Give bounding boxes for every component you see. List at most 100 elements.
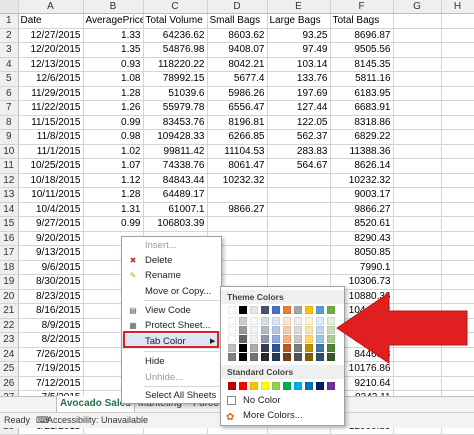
data-cell[interactable]: 1.35 [83,42,144,58]
row-header[interactable]: 2 [0,28,19,43]
standard-color-swatch[interactable] [327,382,335,390]
data-cell[interactable]: 1.31 [83,202,144,217]
theme-color-swatch[interactable] [239,326,247,334]
data-cell[interactable]: 10232.32 [330,173,394,188]
data-cell[interactable]: 64236.62 [143,28,208,43]
data-cell[interactable] [441,57,474,72]
theme-color-swatch[interactable] [261,335,269,343]
data-cell[interactable] [441,115,474,130]
data-cell[interactable]: 118220.22 [143,57,208,72]
data-cell[interactable]: 127.44 [267,100,331,116]
data-cell[interactable]: 11/1/2015 [18,144,84,159]
data-cell[interactable]: 64489.17 [143,187,208,203]
data-cell[interactable]: 7/19/2015 [18,361,84,377]
theme-color-swatch[interactable] [272,344,280,352]
data-cell[interactable] [441,245,474,261]
theme-color-swatch[interactable] [228,306,236,314]
data-cell[interactable]: 11388.36 [330,144,394,159]
theme-color-swatch[interactable] [272,326,280,334]
theme-color-swatch[interactable] [305,335,313,343]
row-header[interactable]: 23 [0,332,19,348]
theme-color-swatch[interactable] [228,317,236,325]
theme-color-swatch[interactable] [283,317,291,325]
row-header[interactable]: 19 [0,274,19,290]
data-cell[interactable]: 8290.43 [330,231,394,246]
theme-color-swatch[interactable] [283,306,291,314]
data-cell[interactable]: 83453.76 [143,115,208,130]
theme-color-swatch[interactable] [272,353,280,361]
data-cell[interactable]: 8145.35 [330,57,394,72]
row-header[interactable]: 1 [0,13,19,29]
data-cell[interactable]: 9408.07 [207,42,268,58]
menu-unhide[interactable]: Unhide... [122,370,221,385]
row-header[interactable]: 18 [0,260,19,275]
header-cell[interactable]: Date [18,13,84,29]
menu-select-all-sheets[interactable]: Select All Sheets [122,388,221,403]
data-cell[interactable] [441,129,474,145]
theme-color-swatch[interactable] [327,317,335,325]
data-cell[interactable] [393,376,442,391]
header-cell[interactable] [441,13,474,29]
column-header-f[interactable]: F [330,0,394,14]
data-cell[interactable] [393,144,442,159]
menu-move-copy[interactable]: Move or Copy... [122,284,221,299]
data-cell[interactable] [393,202,442,217]
standard-color-swatch[interactable] [272,382,280,390]
more-colors-option[interactable]: ✿ More Colors... [221,408,344,423]
data-cell[interactable] [267,245,331,261]
data-cell[interactable]: 10/4/2015 [18,202,84,217]
theme-color-swatch[interactable] [261,326,269,334]
data-cell[interactable]: 1.08 [83,71,144,87]
data-cell[interactable] [207,187,268,203]
data-cell[interactable] [267,231,331,246]
data-cell[interactable] [393,245,442,261]
theme-color-swatch[interactable] [327,344,335,352]
header-cell[interactable]: AveragePrice [83,13,144,29]
data-cell[interactable]: 99811.42 [143,144,208,159]
data-cell[interactable]: 5677.4 [207,71,268,87]
standard-color-swatch[interactable] [305,382,313,390]
column-header-g[interactable]: G [393,0,442,14]
column-header-b[interactable]: B [83,0,144,14]
data-cell[interactable]: 8626.14 [330,158,394,174]
header-cell[interactable]: Total Bags [330,13,394,29]
data-cell[interactable]: 10/25/2015 [18,158,84,174]
theme-color-swatch[interactable] [261,306,269,314]
data-cell[interactable]: 9866.27 [330,202,394,217]
data-cell[interactable] [441,231,474,246]
data-cell[interactable]: 11/29/2015 [18,86,84,101]
menu-rename[interactable]: ✎ Rename [122,268,221,283]
data-cell[interactable]: 9003.17 [330,187,394,203]
theme-color-swatch[interactable] [305,326,313,334]
data-cell[interactable] [393,71,442,87]
data-cell[interactable] [441,260,474,275]
theme-color-swatch[interactable] [294,335,302,343]
data-cell[interactable]: 61007.1 [143,202,208,217]
row-header[interactable]: 12 [0,173,19,188]
theme-color-swatch[interactable] [239,306,247,314]
data-cell[interactable]: 51039.6 [143,86,208,101]
data-cell[interactable]: 8196.81 [207,115,268,130]
data-cell[interactable]: 11/15/2015 [18,115,84,130]
theme-color-swatch[interactable] [305,344,313,352]
row-header[interactable]: 17 [0,245,19,261]
row-header[interactable]: 5 [0,71,19,87]
row-header[interactable]: 8 [0,115,19,130]
row-header[interactable]: 15 [0,216,19,232]
column-header-c[interactable]: C [143,0,208,14]
menu-delete[interactable]: ✖ Delete [122,253,221,268]
data-cell[interactable] [267,173,331,188]
data-cell[interactable]: 7/12/2015 [18,376,84,391]
standard-color-swatch[interactable] [228,382,236,390]
row-header[interactable]: 4 [0,57,19,72]
row-header[interactable]: 22 [0,318,19,333]
data-cell[interactable]: 1.07 [83,158,144,174]
data-cell[interactable] [393,231,442,246]
data-cell[interactable]: 54876.98 [143,42,208,58]
theme-color-swatch[interactable] [327,326,335,334]
data-cell[interactable] [441,100,474,116]
data-cell[interactable]: 97.49 [267,42,331,58]
data-cell[interactable] [393,100,442,116]
data-cell[interactable] [393,42,442,58]
data-cell[interactable] [441,376,474,391]
